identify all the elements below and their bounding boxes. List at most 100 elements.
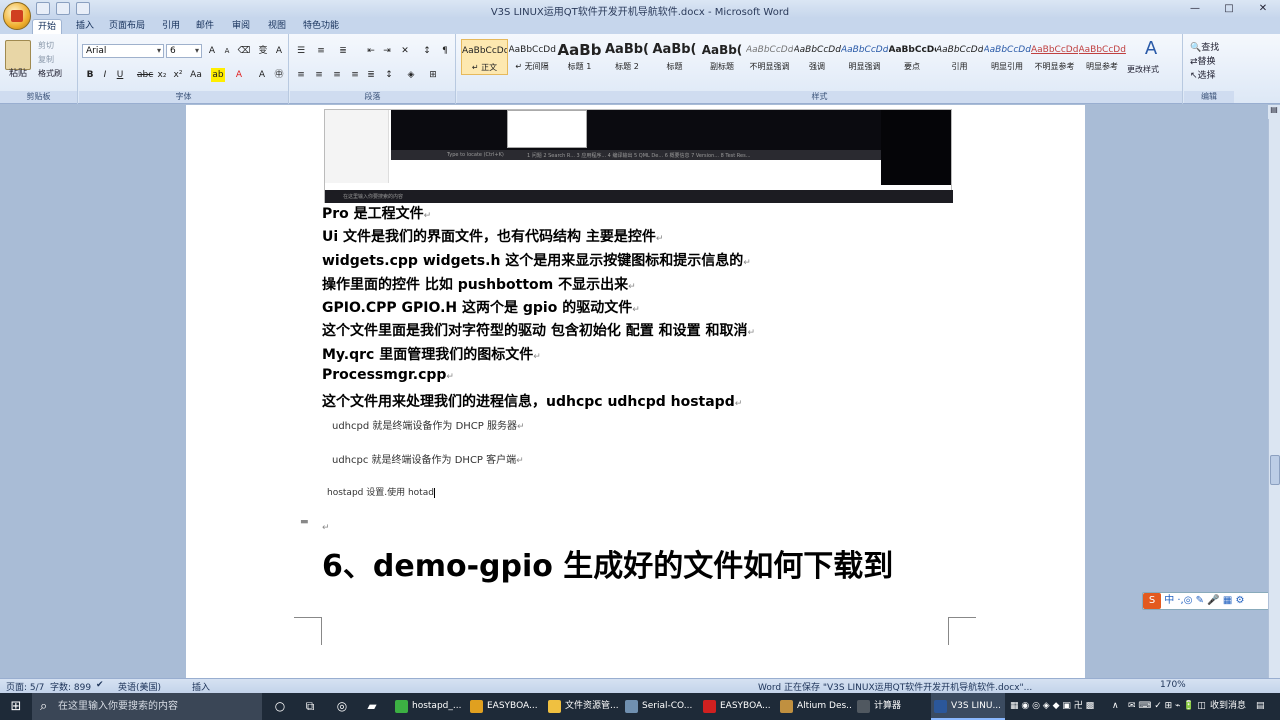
taskbar-search-box[interactable]: 在这里输入你要搜索的内容: [32, 693, 262, 720]
style-item[interactable]: AaBb(标题: [651, 39, 698, 75]
grow-font-icon[interactable]: A: [205, 44, 219, 58]
minimize-button[interactable]: —: [1178, 0, 1212, 18]
windows-start-icon[interactable]: ⊞: [0, 693, 32, 720]
tab-review[interactable]: 审阅: [228, 19, 254, 34]
char-border-icon[interactable]: A: [272, 44, 286, 58]
distribute-icon[interactable]: ≣: [364, 68, 378, 82]
shading-icon[interactable]: ◈: [404, 68, 418, 82]
tray-app-icons[interactable]: ▦ ◉ ◎ ◈ ◆ ▣ 卍 ▩: [1010, 693, 1094, 720]
tab-insert[interactable]: 插入: [72, 19, 98, 34]
font-color-icon[interactable]: A: [232, 68, 246, 82]
char-shading-icon[interactable]: A: [255, 68, 269, 82]
align-center-icon[interactable]: ≡: [312, 68, 326, 82]
font-name-dropdown[interactable]: Arial: [82, 44, 164, 58]
tab-special[interactable]: 特色功能: [300, 19, 342, 34]
tab-home[interactable]: 开始: [32, 19, 62, 34]
office-button[interactable]: [3, 2, 31, 30]
superscript-icon[interactable]: x²: [171, 68, 185, 82]
style-item[interactable]: AaBb 标题 1: [556, 39, 603, 75]
taskbar-app[interactable]: EASYBOA...: [467, 693, 541, 720]
sort-icon[interactable]: ↕: [420, 44, 434, 58]
highlight-icon[interactable]: ab: [211, 68, 225, 82]
numbering-icon[interactable]: ≡: [314, 44, 328, 58]
shrink-font-icon[interactable]: A: [220, 44, 234, 58]
word-count[interactable]: 字数: 899: [50, 680, 91, 693]
replace-button[interactable]: ⇄替换: [1190, 54, 1216, 67]
align-left-icon[interactable]: ≡: [294, 68, 308, 82]
align-right-icon[interactable]: ≡: [330, 68, 344, 82]
zoom-level[interactable]: 170%: [1160, 680, 1186, 690]
italic-icon[interactable]: I: [98, 68, 112, 82]
tab-view[interactable]: 视图: [264, 19, 290, 34]
style-item[interactable]: AaBbCcDd 不明显参考: [1031, 39, 1078, 75]
multilevel-list-icon[interactable]: ≣: [336, 44, 350, 58]
bullets-icon[interactable]: ☰: [294, 44, 308, 58]
close-button[interactable]: ✕: [1246, 0, 1280, 18]
style-item[interactable]: AaBbCcDd 要点: [889, 39, 936, 75]
change-styles-icon[interactable]: A: [1131, 40, 1171, 58]
tab-page-layout[interactable]: 页面布局: [106, 19, 148, 34]
paste-button[interactable]: 粘贴: [9, 66, 27, 79]
insert-mode[interactable]: 插入: [192, 680, 210, 693]
underline-icon[interactable]: U: [113, 68, 127, 82]
tab-references[interactable]: 引用: [158, 19, 184, 34]
style-item[interactable]: AaBbCcDd ↵ 无间隔: [509, 39, 556, 75]
vertical-scrollbar[interactable]: [1268, 105, 1280, 678]
style-item[interactable]: AaBbCcDd 引用: [936, 39, 983, 75]
task-view-icon[interactable]: ⧉: [296, 693, 324, 720]
show-marks-icon[interactable]: ¶: [438, 44, 452, 58]
style-item[interactable]: AaBbCcDd 明显参考: [1079, 39, 1126, 75]
taskbar-app[interactable]: Serial-CO...: [622, 693, 696, 720]
taskbar-app[interactable]: 计算器: [854, 693, 928, 720]
clear-format-icon[interactable]: ⌫: [237, 44, 251, 58]
font-size-dropdown[interactable]: 6: [166, 44, 202, 58]
justify-icon[interactable]: ≡: [348, 68, 362, 82]
ime-language[interactable]: 中: [1164, 595, 1174, 606]
subscript-icon[interactable]: x₂: [155, 68, 169, 82]
taskbar-app[interactable]: EASYBOA...: [700, 693, 774, 720]
find-button[interactable]: 🔍查找: [1190, 40, 1219, 53]
strikethrough-icon[interactable]: abc: [137, 68, 153, 82]
copy-button[interactable]: 复制: [38, 54, 54, 65]
taskbar-app[interactable]: Altium Des...: [777, 693, 851, 720]
maximize-button[interactable]: □: [1212, 0, 1246, 18]
change-case-icon[interactable]: Aa: [189, 68, 203, 82]
borders-icon[interactable]: ⊞: [426, 68, 440, 82]
scrollbar-thumb[interactable]: [1270, 455, 1280, 485]
document-page[interactable]: Type to locate (Ctrl+K) 1 问题 2 Search R.…: [186, 105, 1085, 678]
app-icon-1[interactable]: ◎: [328, 693, 356, 720]
style-item[interactable]: AaBb(副标题: [699, 39, 746, 75]
style-item[interactable]: AaBbCcDd 强调: [794, 39, 841, 75]
page-count[interactable]: 页面: 5/7: [6, 680, 44, 693]
style-item[interactable]: AaBbCcDd 明显强调: [841, 39, 888, 75]
notification-label[interactable]: 收到消息: [1210, 693, 1246, 720]
cut-button[interactable]: 剪切: [38, 40, 54, 51]
tab-mailings[interactable]: 邮件: [192, 19, 218, 34]
view-ruler-button[interactable]: ▤: [1268, 105, 1280, 119]
format-painter-button[interactable]: 格式刷: [38, 68, 62, 79]
tray-chevron-icon[interactable]: ∧: [1112, 693, 1119, 720]
proofing-icon[interactable]: ✔: [96, 680, 104, 690]
ime-toolbar[interactable]: S 中 ·,◎ ✎ 🎤 ▦ ⚙: [1142, 592, 1278, 610]
style-item[interactable]: AaBbCcDd 明显引用: [984, 39, 1031, 75]
style-item[interactable]: AaBb(标题 2: [604, 39, 651, 75]
app-icon-2[interactable]: ▰: [358, 693, 386, 720]
enclose-char-icon[interactable]: ㊥: [272, 68, 286, 82]
embedded-screenshot[interactable]: Type to locate (Ctrl+K) 1 问题 2 Search R.…: [324, 109, 953, 203]
style-item[interactable]: AaBbCcDd ↵ 正文: [461, 39, 508, 75]
bold-icon[interactable]: B: [83, 68, 97, 82]
taskbar-app[interactable]: V3S LINU...: [931, 693, 1005, 720]
change-styles-button[interactable]: 更改样式: [1127, 64, 1159, 75]
phonetic-icon[interactable]: 变: [256, 44, 270, 58]
action-center-icon[interactable]: ▤: [1256, 693, 1265, 720]
chinese-layout-icon[interactable]: ✕: [398, 44, 412, 58]
line-spacing-icon[interactable]: ↕: [382, 68, 396, 82]
language-indicator[interactable]: 英语(美国): [118, 680, 161, 693]
style-item[interactable]: AaBbCcDd 不明显强调: [746, 39, 793, 75]
taskbar-app[interactable]: 文件资源管...: [545, 693, 619, 720]
decrease-indent-icon[interactable]: ⇤: [364, 44, 378, 58]
cortana-icon[interactable]: ○: [266, 693, 294, 720]
select-button[interactable]: ↖选择: [1190, 68, 1216, 81]
taskbar-app[interactable]: hostapd_...: [392, 693, 466, 720]
tray-icons[interactable]: ✉ ⌨ ✓ ⊞ ⌁ 🔋 ◫: [1128, 693, 1206, 720]
